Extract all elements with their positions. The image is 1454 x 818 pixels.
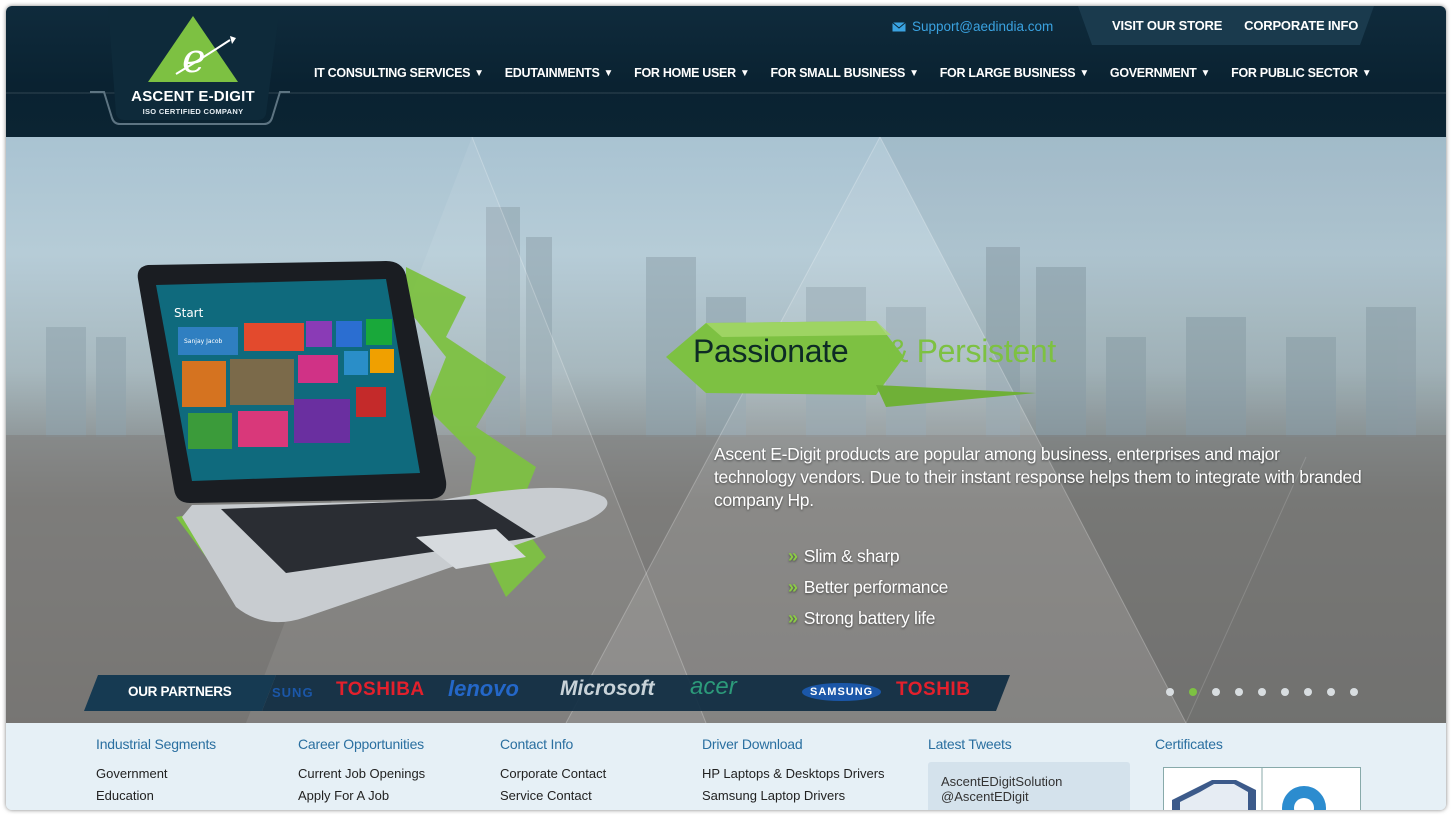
start-label: Start [174,306,204,320]
nav-edutainments[interactable]: EDUTAINMENTS ▼ [504,66,614,80]
footer-link-service-contact[interactable]: Service Contact [500,785,606,807]
tweet-account-handle[interactable]: @AscentEDigit [941,789,1029,804]
support-email: Support@aedindia.com [912,19,1054,34]
chevron-down-icon: ▼ [1079,67,1089,79]
brand-tagline: ISO CERTIFIED COMPANY [142,107,244,116]
slide-dot[interactable] [1350,688,1358,696]
partner-logo-lenovo[interactable]: lenovo [448,676,519,702]
footer-heading: Career Opportunities [298,736,424,752]
nav-label: FOR HOME USER [634,66,736,80]
footer-link-job-openings[interactable]: Current Job Openings [298,763,425,785]
slide-dot[interactable] [1166,688,1174,696]
chevron-down-icon: ▼ [603,67,614,79]
footer-heading: Latest Tweets [928,736,1012,752]
mail-icon [892,21,906,31]
slide-dot[interactable] [1235,688,1243,696]
tweet-account-name[interactable]: AscentEDigitSolution [941,774,1062,789]
footer-link-samsung-drivers[interactable]: Samsung Laptop Drivers [702,785,885,807]
feature-item: » Slim & sharp [788,541,948,572]
footer: Industrial Segments Government Education… [6,723,1446,810]
logo-icon[interactable]: e [146,14,240,84]
footer-link-corporate-contact[interactable]: Corporate Contact [500,763,606,785]
double-chevron-icon: » [788,546,798,566]
chevron-down-icon: ▼ [1200,67,1211,79]
footer-col-contact: Contact Info Corporate Contact Service C… [500,736,606,807]
footer-heading: Certificates [1155,736,1223,752]
slider-pagination [1166,688,1358,696]
feature-item: » Strong battery life [788,603,948,634]
footer-col-tweets: Latest Tweets [928,736,1012,763]
chevron-down-icon: ▼ [474,67,484,79]
site-header: e ASCENT E-DIGIT ISO CERTIFIED COMPANY S… [6,6,1446,137]
hero-headline-secondary: & Persistent [887,333,1056,369]
main-nav: IT CONSULTING SERVICES ▼ EDUTAINMENTS ▼ FO… [314,66,1392,80]
nav-government[interactable]: GOVERNMENT ▼ [1110,66,1210,80]
footer-link-education[interactable]: Education [96,785,216,807]
certificate-badges [1172,768,1326,810]
nav-label: FOR SMALL BUSINESS [770,66,906,80]
slide-dot[interactable] [1212,688,1220,696]
hero-background: Start Sanjay Jacob [6,137,1446,723]
footer-col-certificates: Certificates [1155,736,1223,763]
partners-label: OUR PARTNERS [128,684,232,699]
footer-col-drivers: Driver Download HP Laptops & Desktops Dr… [702,736,885,807]
feature-label: Slim & sharp [803,546,900,566]
nav-label: GOVERNMENT [1109,66,1197,80]
slide-dot-active[interactable] [1189,688,1197,696]
slide-dot[interactable] [1304,688,1312,696]
chevron-down-icon: ▼ [739,67,750,79]
footer-link-apply-job[interactable]: Apply For A Job [298,785,425,807]
chevron-down-icon: ▼ [909,67,919,79]
support-email-link[interactable]: Support@aedindia.com [892,19,1053,34]
hero-headline-primary: Passionate [693,333,849,369]
feature-item: » Better performance [788,572,948,603]
nav-small-business[interactable]: FOR SMALL BUSINESS ▼ [770,66,919,80]
partner-logo-acer[interactable]: acer [690,673,737,701]
slide-dot[interactable] [1281,688,1289,696]
feature-list: » Slim & sharp » Better performance » Stron… [788,541,948,634]
partner-logo-microsoft[interactable]: Microsoft [560,677,655,701]
corporate-info-link[interactable]: CORPORATE INFO [1244,18,1358,33]
double-chevron-icon: » [788,608,798,628]
partner-logo-toshiba[interactable]: TOSHIBA [336,679,425,701]
browser-viewport: e ASCENT E-DIGIT ISO CERTIFIED COMPANY S… [6,6,1446,810]
feature-label: Better performance [803,577,949,597]
nav-public-sector[interactable]: FOR PUBLIC SECTOR ▼ [1231,66,1372,80]
nav-large-business[interactable]: FOR LARGE BUSINESS ▼ [940,66,1089,80]
footer-heading: Industrial Segments [96,736,216,752]
nav-label: IT CONSULTING SERVICES [314,66,471,80]
footer-col-industrial: Industrial Segments Government Education [96,736,216,807]
tile-user-name: Sanjay Jacob [184,338,223,345]
double-chevron-icon: » [788,577,798,597]
footer-heading: Contact Info [500,736,574,752]
nav-label: FOR LARGE BUSINESS [939,66,1076,80]
footer-col-career: Career Opportunities Current Job Opening… [298,736,425,807]
nav-it-consulting[interactable]: IT CONSULTING SERVICES ▼ [314,66,484,80]
nav-label: EDUTAINMENTS [504,66,600,80]
nav-home-user[interactable]: FOR HOME USER ▼ [634,66,750,80]
slide-dot[interactable] [1327,688,1335,696]
footer-link-hp-drivers[interactable]: HP Laptops & Desktops Drivers [702,763,885,785]
brand-name: ASCENT E-DIGIT [131,88,255,105]
certificates-panel [1163,767,1361,810]
partner-logo-samsung[interactable]: SAMSUNG [802,683,882,701]
nav-label: FOR PUBLIC SECTOR [1231,66,1358,80]
hero-slider: Start Sanjay Jacob Passionate & Persiste… [6,137,1446,723]
partner-logo-toshiba[interactable]: TOSHIB [896,679,970,701]
visit-store-link[interactable]: VISIT OUR STORE [1112,18,1222,33]
chevron-down-icon: ▼ [1361,67,1372,79]
footer-link-government[interactable]: Government [96,763,216,785]
hero-description: Ascent E-Digit products are popular amon… [714,444,1362,510]
feature-label: Strong battery life [803,608,936,628]
slide-dot[interactable] [1258,688,1266,696]
footer-heading: Driver Download [702,736,803,752]
partner-logo-samsung[interactable]: SUNG [272,685,314,700]
